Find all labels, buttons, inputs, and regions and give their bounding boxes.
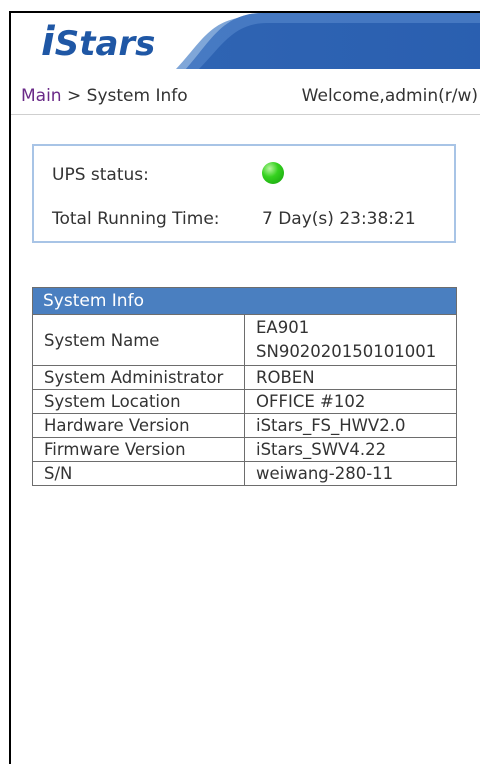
ups-status-label: UPS status:: [52, 165, 149, 185]
system-info-title: System Info: [32, 287, 457, 315]
row-value: iStars_FS_HWV2.0: [244, 413, 457, 438]
breadcrumb: Main > System Info: [21, 86, 188, 106]
navigation-bar: Main > System Info Welcome,admin(r/w): [11, 76, 480, 115]
system-serial-value: SN902020150101001: [256, 342, 437, 361]
header-banner: iStars: [11, 13, 480, 69]
row-label: S/N: [32, 461, 245, 486]
breadcrumb-main-link[interactable]: Main: [21, 86, 62, 106]
running-time-label: Total Running Time:: [52, 209, 220, 229]
istars-logo: iStars: [41, 19, 156, 65]
table-row: Firmware Version iStars_SWV4.22: [32, 437, 457, 462]
table-row: System Name EA901 SN902020150101001: [32, 314, 457, 366]
welcome-user-text: Welcome,admin(r/w): [301, 86, 478, 106]
row-value: OFFICE #102: [244, 389, 457, 414]
ups-status-panel: UPS status: Total Running Time: 7 Day(s)…: [32, 144, 456, 243]
system-name-value: EA901: [256, 318, 310, 337]
breadcrumb-separator: >: [61, 86, 87, 106]
row-label: System Location: [32, 389, 245, 414]
app-frame: iStars Main > System Info Welcome,admin(…: [9, 11, 480, 764]
table-row: Hardware Version iStars_FS_HWV2.0: [32, 413, 457, 438]
row-value: EA901 SN902020150101001: [244, 314, 457, 366]
row-label: System Administrator: [32, 365, 245, 390]
breadcrumb-current: System Info: [86, 86, 188, 106]
row-value: ROBEN: [244, 365, 457, 390]
row-label: Firmware Version: [32, 437, 245, 462]
table-row: S/N weiwang-280-11: [32, 461, 457, 486]
green-status-led-icon: [262, 162, 284, 184]
system-info-table: System Info System Name EA901 SN90202015…: [32, 287, 457, 486]
row-value: weiwang-280-11: [244, 461, 457, 486]
row-label: System Name: [32, 314, 245, 366]
running-time-value: 7 Day(s) 23:38:21: [262, 209, 416, 229]
row-label: Hardware Version: [32, 413, 245, 438]
table-row: System Administrator ROBEN: [32, 365, 457, 390]
table-row: System Location OFFICE #102: [32, 389, 457, 414]
row-value: iStars_SWV4.22: [244, 437, 457, 462]
